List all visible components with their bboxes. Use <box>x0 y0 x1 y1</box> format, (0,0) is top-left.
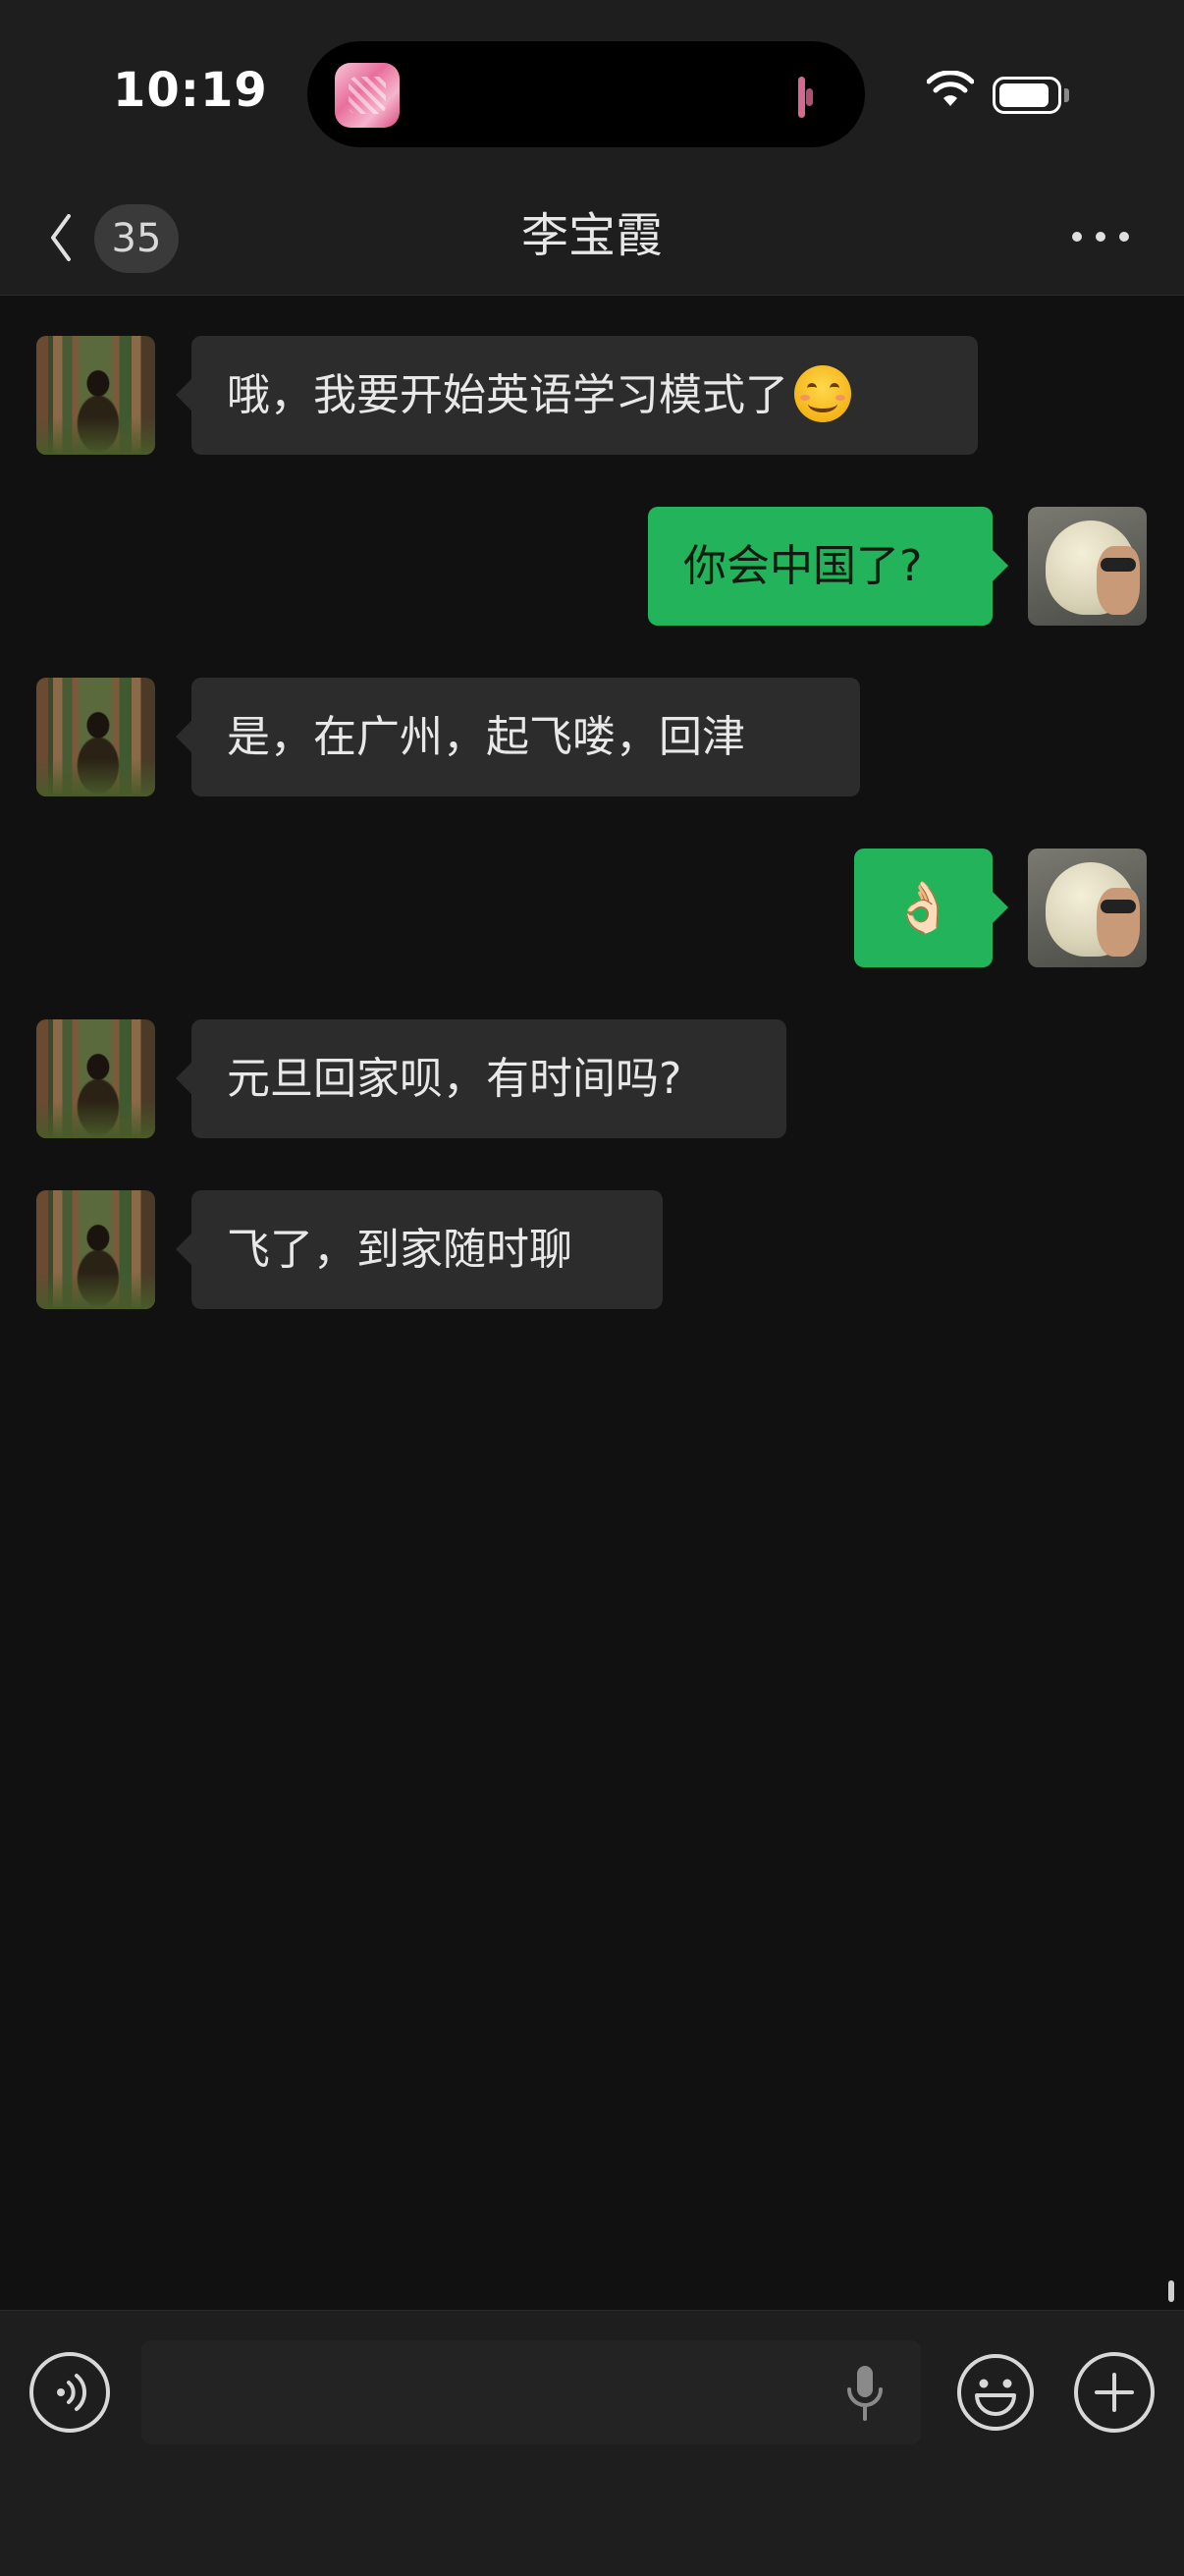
message-bubble-outgoing[interactable]: 你会中国了? <box>648 507 1008 626</box>
message-text: 哦，我要开始英语学习模式了 <box>227 370 788 420</box>
battery-icon <box>993 77 1061 114</box>
input-bar <box>0 2310 1184 2576</box>
contact-avatar[interactable] <box>36 1190 155 1309</box>
more-options-button[interactable] <box>1066 216 1135 255</box>
back-button[interactable]: 35 <box>39 204 187 273</box>
wifi-icon <box>927 71 974 106</box>
status-time: 10:19 <box>113 63 268 118</box>
more-dot-icon <box>1072 232 1082 242</box>
smiling-face-emoji-icon <box>794 365 851 422</box>
voice-wave-icon <box>57 2374 87 2411</box>
voice-mode-button[interactable] <box>29 2352 110 2433</box>
my-avatar[interactable] <box>1028 507 1147 626</box>
unread-count-badge: 35 <box>94 204 179 273</box>
chevron-left-icon <box>51 214 71 261</box>
chat-header: 李宝霞 35 <box>0 177 1184 296</box>
live-activity-app-icon[interactable] <box>335 63 400 128</box>
message-bubble-incoming[interactable]: 哦，我要开始英语学习模式了 <box>176 336 978 455</box>
message-text: 飞了，到家随时聊 <box>227 1225 572 1275</box>
message-bubble-incoming[interactable]: 是，在广州，起飞喽，回津 <box>176 678 860 796</box>
dynamic-island[interactable] <box>307 41 865 147</box>
message-text: 你会中国了? <box>683 541 923 591</box>
scroll-indicator[interactable] <box>1168 2280 1174 2302</box>
more-dot-icon <box>1119 232 1129 242</box>
goggles-image <box>1101 558 1136 572</box>
battery-nub <box>1064 88 1069 102</box>
message-bubble-outgoing[interactable]: 👌🏻 <box>854 849 1008 967</box>
message-bubble-incoming[interactable]: 元旦回家呗，有时间吗? <box>176 1019 786 1138</box>
contact-avatar[interactable] <box>36 678 155 796</box>
message-text: 是，在广州，起飞喽，回津 <box>227 712 745 762</box>
message-bubble-incoming[interactable]: 飞了，到家随时聊 <box>176 1190 663 1309</box>
contact-avatar[interactable] <box>36 1019 155 1138</box>
face-image <box>1097 888 1140 957</box>
plus-icon <box>1095 2373 1134 2412</box>
contact-avatar[interactable] <box>36 336 155 455</box>
message-text: 元旦回家呗，有时间吗? <box>227 1054 682 1104</box>
goggles-image <box>1101 900 1136 913</box>
more-dot-icon <box>1096 232 1105 242</box>
emoji-button[interactable] <box>955 2352 1036 2433</box>
status-bar: 10:19 <box>0 0 1184 177</box>
ok-hand-emoji: 👌🏻 <box>892 879 954 936</box>
microphone-icon[interactable] <box>844 2364 886 2423</box>
more-functions-button[interactable] <box>1074 2352 1155 2433</box>
message-input[interactable] <box>141 2340 921 2444</box>
my-avatar[interactable] <box>1028 849 1147 967</box>
live-activity-indicator-icon <box>798 77 813 118</box>
face-image <box>1097 546 1140 615</box>
